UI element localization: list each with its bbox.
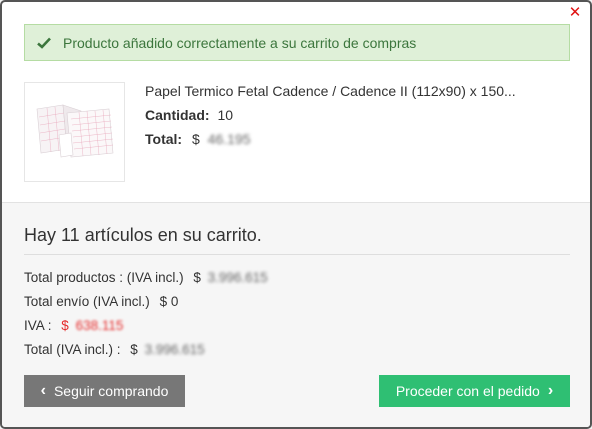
product-image xyxy=(24,82,125,182)
total-label: Total: xyxy=(145,131,183,147)
total-currency: $ xyxy=(191,131,200,147)
chevron-left-icon: ‹ xyxy=(40,382,46,399)
grand-total-currency: $ xyxy=(130,342,138,357)
cart-count: Hay 11 artículos en su carrito. xyxy=(24,225,262,245)
divider xyxy=(24,254,570,255)
chevron-right-icon: › xyxy=(547,382,554,399)
cart-summary: Hay 11 artículos en su carrito. Total pr… xyxy=(2,202,590,427)
shipping-label: Total envío (IVA incl.) xyxy=(24,294,150,309)
checkout-label: Proceder con el pedido xyxy=(395,383,540,399)
product-total: Total: $ 46.195 xyxy=(145,131,250,147)
checkout-button[interactable]: Proceder con el pedido › xyxy=(379,375,570,407)
summary-products: Total productos : (IVA incl.) $ 3.996.61… xyxy=(24,270,268,285)
grand-total-value: 3.996.615 xyxy=(144,342,205,357)
close-icon[interactable]: ✕ xyxy=(568,5,582,20)
quantity-label: Cantidad: xyxy=(145,107,210,123)
shipping-value: $ 0 xyxy=(159,294,179,309)
summary-shipping: Total envío (IVA incl.) $ 0 xyxy=(24,294,178,309)
checkmark-icon xyxy=(37,37,51,49)
grand-total-label: Total (IVA incl.) : xyxy=(24,342,121,357)
product-quantity: Cantidad: 10 xyxy=(145,107,233,123)
summary-iva: IVA : $ 638.115 xyxy=(24,318,123,333)
products-label: Total productos : (IVA incl.) xyxy=(24,270,184,285)
continue-shopping-label: Seguir comprando xyxy=(53,383,169,399)
continue-shopping-button[interactable]: ‹ Seguir comprando xyxy=(24,375,185,407)
alert-message: Producto añadido correctamente a su carr… xyxy=(63,34,417,51)
product-name: Papel Termico Fetal Cadence / Cadence II… xyxy=(145,83,516,99)
quantity-value: 10 xyxy=(217,107,234,123)
cart-modal: ✕ Producto añadido correctamente a su ca… xyxy=(0,0,592,429)
iva-currency: $ xyxy=(61,318,69,333)
products-value: 3.996.615 xyxy=(207,270,268,285)
iva-label: IVA : xyxy=(24,318,52,333)
summary-total: Total (IVA incl.) : $ 3.996.615 xyxy=(24,342,205,357)
products-currency: $ xyxy=(193,270,201,285)
total-value: 46.195 xyxy=(207,131,251,147)
success-alert: Producto añadido correctamente a su carr… xyxy=(24,24,570,61)
iva-value: 638.115 xyxy=(75,318,124,333)
